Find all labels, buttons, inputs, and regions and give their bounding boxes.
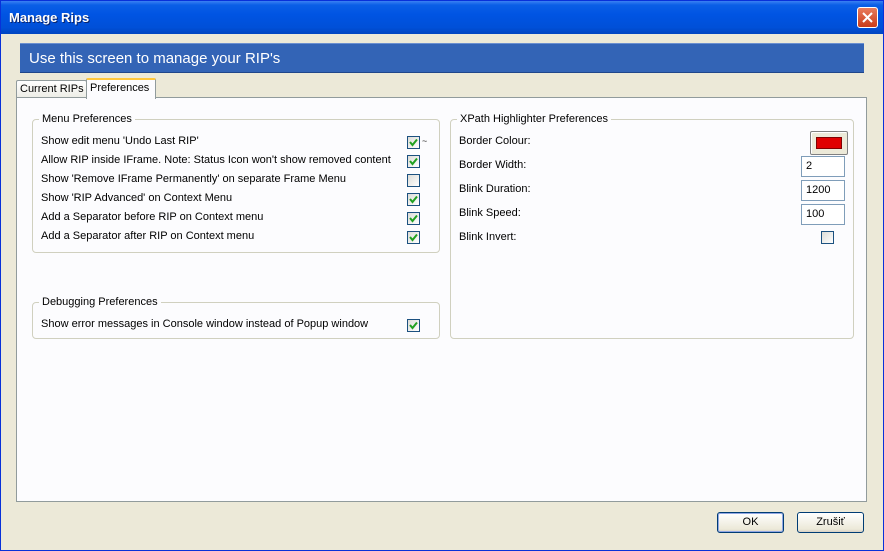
tab-label: Current RIPs — [20, 83, 84, 95]
allow-rip-iframe-checkbox[interactable] — [407, 155, 420, 168]
checkmark-icon — [409, 321, 418, 330]
separator-after-checkbox[interactable] — [407, 231, 420, 244]
debugging-preferences-group: Debugging Preferences Show error message… — [32, 296, 440, 339]
menu-pref-label: Add a Separator after RIP on Context men… — [41, 230, 255, 242]
tab-preferences[interactable]: Preferences — [86, 78, 156, 99]
border-width-input[interactable]: 2 — [801, 156, 845, 177]
undo-last-rip-checkbox[interactable] — [407, 136, 420, 149]
menu-pref-label: Show 'RIP Advanced' on Context Menu — [41, 192, 233, 204]
checkmark-icon — [409, 195, 418, 204]
ok-button[interactable]: OK — [717, 512, 784, 533]
border-colour-button[interactable] — [810, 131, 848, 155]
banner-text: Use this screen to manage your RIP's — [29, 50, 281, 67]
blink-duration-label: Blink Duration: — [459, 183, 531, 195]
menu-preferences-group: Menu Preferences Show edit menu 'Undo La… — [32, 113, 440, 253]
title-bar[interactable]: Manage Rips — [1, 1, 883, 34]
close-button[interactable] — [857, 7, 878, 28]
close-x-icon — [862, 12, 873, 23]
checkmark-icon — [409, 157, 418, 166]
header-banner: Use this screen to manage your RIP's — [20, 43, 864, 73]
menu-pref-label: Add a Separator before RIP on Context me… — [41, 211, 264, 223]
checkmark-icon — [409, 214, 418, 223]
separator-before-checkbox[interactable] — [407, 212, 420, 225]
border-width-label: Border Width: — [459, 159, 527, 171]
blink-speed-label: Blink Speed: — [459, 207, 521, 219]
window-title: Manage Rips — [9, 10, 90, 25]
colour-swatch — [816, 137, 842, 149]
debug-pref-label: Show error messages in Console window in… — [41, 318, 369, 330]
tab-current-rips[interactable]: Current RIPs — [16, 80, 87, 98]
blink-duration-input[interactable]: 1200 — [801, 180, 845, 201]
group-title: Menu Preferences — [39, 113, 135, 125]
checkmark-icon — [409, 138, 418, 147]
blink-invert-label: Blink Invert: — [459, 231, 517, 243]
blink-speed-input[interactable]: 100 — [801, 204, 845, 225]
dialog-client: Use this screen to manage your RIP's Cur… — [5, 34, 879, 546]
menu-pref-label: Show 'Remove IFrame Permanently' on sepa… — [41, 173, 346, 185]
tilde-mark: ~ — [422, 136, 428, 146]
blink-invert-checkbox[interactable] — [821, 231, 834, 244]
menu-pref-label: Show edit menu 'Undo Last RIP' — [41, 135, 199, 147]
remove-iframe-permanently-checkbox[interactable] — [407, 174, 420, 187]
menu-pref-label: Allow RIP inside IFrame. Note: Status Ic… — [41, 154, 391, 166]
xpath-preferences-group: XPath Highlighter Preferences Border Col… — [450, 113, 854, 339]
console-errors-checkbox[interactable] — [407, 319, 420, 332]
group-title: XPath Highlighter Preferences — [457, 113, 611, 125]
preferences-panel: Menu Preferences Show edit menu 'Undo La… — [16, 97, 867, 502]
manage-rips-window: Manage Rips Use this screen to manage yo… — [0, 0, 884, 551]
rip-advanced-checkbox[interactable] — [407, 193, 420, 206]
border-colour-label: Border Colour: — [459, 135, 531, 147]
tab-label: Preferences — [90, 82, 150, 94]
checkmark-icon — [409, 233, 418, 242]
cancel-button[interactable]: Zrušiť — [797, 512, 864, 533]
group-title: Debugging Preferences — [39, 296, 161, 308]
